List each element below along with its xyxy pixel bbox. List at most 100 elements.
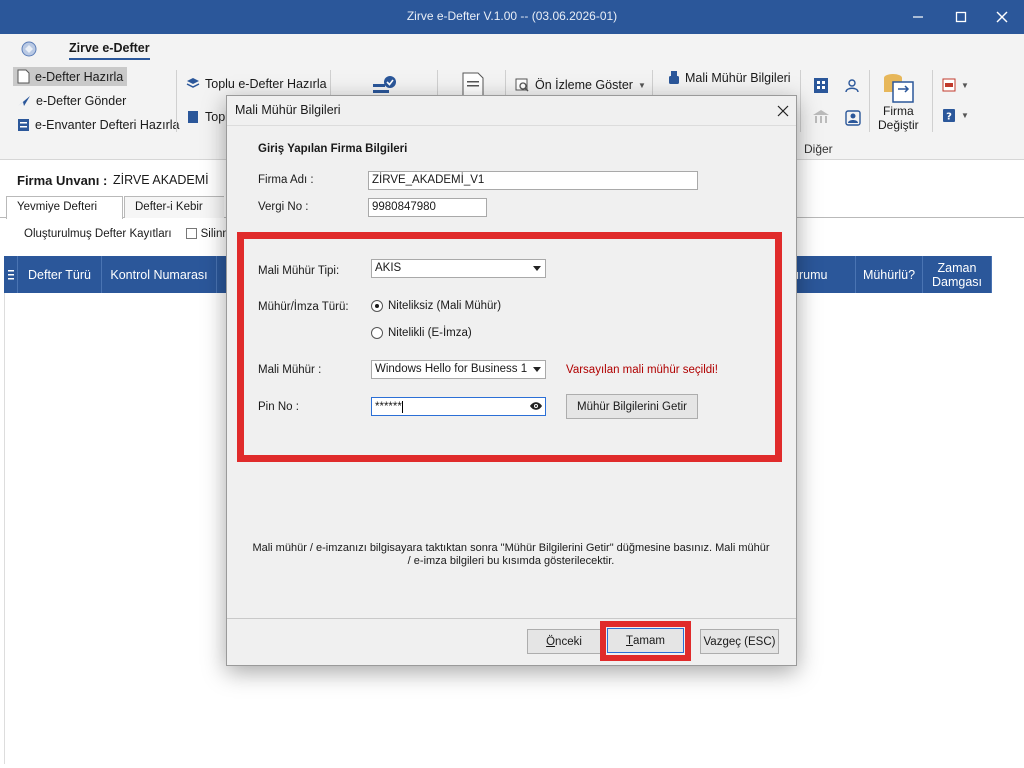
contact-card-button[interactable]: [845, 110, 861, 126]
col-zaman-line1: Zaman: [937, 260, 977, 275]
default-seal-warning: Varsayılan mali mühür seçildi!: [566, 364, 718, 376]
help-button[interactable]: ? ▼: [942, 108, 969, 123]
bank-icon: [813, 110, 829, 123]
radio-niteliksiz-label: Niteliksiz (Mali Mühür): [388, 300, 502, 312]
mali-muhur-dialog: Mali Mühür Bilgileri Giriş Yapılan Firma…: [226, 95, 797, 666]
muhur-tipi-label: Mali Mühür Tipi:: [258, 265, 340, 277]
dropdown-caret-icon: ▼: [961, 111, 969, 120]
usb-token-icon: [669, 71, 679, 84]
col-defter-turu[interactable]: Defter Türü: [18, 256, 102, 293]
onceki-mnemonic: Ö: [546, 635, 556, 648]
chevron-down-icon[interactable]: [528, 361, 545, 378]
pdf-button[interactable]: ▼: [942, 78, 969, 92]
mali-muhur-bilgileri-button[interactable]: Mali Mühür Bilgileri: [668, 70, 791, 85]
svg-text:?: ?: [946, 112, 952, 123]
col-zaman-damgasi[interactable]: Zaman Damgası: [923, 256, 992, 293]
radio-unselected-icon[interactable]: [371, 327, 383, 339]
tamam-button[interactable]: Tamam: [607, 628, 684, 653]
text-cursor: [401, 401, 403, 413]
upload-icon: [188, 111, 198, 123]
users-icon: [845, 79, 859, 93]
check-list-icon: [373, 76, 396, 93]
firma-bilgileri-heading: Giriş Yapılan Firma Bilgileri: [258, 143, 408, 155]
document-icon: [17, 69, 30, 84]
minimize-icon: [913, 16, 923, 18]
muhur-bilgilerini-getir-button[interactable]: Mühür Bilgilerini Getir: [566, 394, 698, 419]
radio-nitelikli-label: Nitelikli (E-İmza): [388, 327, 472, 339]
muhur-tipi-select[interactable]: AKIS: [371, 259, 546, 278]
eenvanter-hazirla-button[interactable]: e-Envanter Defteri Hazırla: [17, 118, 180, 132]
buildings-button[interactable]: [812, 76, 830, 94]
info-text: Mali mühür / e-imzanızı bilgisayara takt…: [247, 542, 775, 568]
vergi-no-field[interactable]: 9980847980: [368, 198, 487, 217]
pin-no-label: Pin No :: [258, 401, 299, 413]
filter-row: Oluşturulmuş Defter Kayıtları Silinmiş: [24, 228, 240, 240]
check-list-button[interactable]: [372, 74, 398, 96]
edefter-gonder-label: e-Defter Gönder: [36, 94, 127, 108]
firma-adi-field[interactable]: ZİRVE_AKADEMİ_V1: [368, 171, 698, 190]
dialog-footer: Önceki Tamam Vazgeç (ESC): [227, 618, 796, 665]
minimize-button[interactable]: [898, 0, 938, 34]
chevron-down-icon[interactable]: [528, 260, 545, 277]
imza-turu-label: Mühür/İmza Türü:: [258, 301, 349, 313]
toplu-gonder-button[interactable]: Topl: [186, 110, 228, 124]
mali-muhur-select[interactable]: Windows Hello for Business 1: [371, 360, 546, 379]
tab-yevmiye-defteri[interactable]: Yevmiye Defteri: [6, 196, 123, 219]
firma-value: ZİRVE AKADEMİ: [113, 173, 209, 187]
radio-nitelikli[interactable]: Nitelikli (E-İmza): [371, 327, 472, 339]
dropdown-caret-icon: ▼: [637, 80, 646, 90]
firma-degistir-button[interactable]: Firma Değiştir: [878, 72, 919, 132]
switch-company-icon: [884, 74, 915, 103]
vazgec-button[interactable]: Vazgeç (ESC): [700, 629, 779, 654]
radio-niteliksiz[interactable]: Niteliksiz (Mali Mühür): [371, 300, 501, 312]
radio-selected-icon[interactable]: [371, 300, 383, 312]
dropdown-caret-icon: ▼: [961, 80, 969, 90]
close-icon: [996, 11, 1008, 23]
show-password-eye-icon[interactable]: [530, 401, 542, 414]
toplu-gonder-label: Topl: [205, 110, 228, 124]
tab-zirve-edefter[interactable]: Zirve e-Defter: [69, 41, 150, 60]
bank-button[interactable]: [812, 108, 830, 126]
dialog-title: Mali Mühür Bilgileri: [235, 103, 341, 117]
contact-card-icon: [845, 110, 861, 126]
toplu-edefter-hazirla-button[interactable]: Toplu e-Defter Hazırla: [186, 77, 327, 91]
maximize-icon: [955, 11, 967, 23]
checkbox-icon[interactable]: [185, 228, 197, 240]
edefter-hazirla-button[interactable]: e-Defter Hazırla: [13, 67, 128, 86]
window-title: Zirve e-Defter V.1.00 -- (03.06.2026-01): [406, 9, 618, 23]
close-window-button[interactable]: [982, 0, 1022, 34]
edefter-gonder-button[interactable]: e-Defter Gönder: [17, 94, 126, 108]
grid-menu-icon[interactable]: [4, 256, 18, 293]
mali-muhur-value: Windows Hello for Business 1: [375, 363, 528, 375]
vergi-no-label: Vergi No :: [258, 201, 309, 213]
building-icon: [814, 78, 828, 93]
col-kontrol-numarasi[interactable]: Kontrol Numarası: [102, 256, 217, 293]
diger-group-label: Diğer: [804, 142, 833, 156]
info-line-2: / e-imza bilgileri bu kısımda gösterilec…: [407, 555, 615, 567]
firma-degistir-label-2: Değiştir: [878, 118, 919, 132]
send-icon: [18, 96, 30, 106]
edefter-hazirla-label: e-Defter Hazırla: [35, 69, 124, 84]
pin-value: ******: [375, 401, 402, 414]
app-logo-icon[interactable]: [20, 40, 38, 61]
toplu-edefter-hazirla-label: Toplu e-Defter Hazırla: [205, 77, 327, 91]
users-button[interactable]: [845, 78, 861, 94]
eenvanter-hazirla-label: e-Envanter Defteri Hazırla: [35, 118, 180, 132]
on-izleme-button[interactable]: Ön İzleme Göster ▼: [515, 78, 646, 92]
dialog-content: Giriş Yapılan Firma Bilgileri Firma Adı …: [227, 125, 796, 618]
col-muhurlu[interactable]: Mühürlü?: [856, 256, 923, 293]
preview-icon: [515, 78, 529, 92]
pdf-icon: [942, 78, 956, 92]
tamam-label: amam: [633, 634, 665, 647]
on-izleme-label: Ön İzleme Göster: [535, 78, 633, 92]
onceki-button[interactable]: Önceki: [527, 629, 601, 654]
maximize-button[interactable]: [941, 0, 981, 34]
tab-defter-i-kebir[interactable]: Defter-i Kebir: [124, 196, 224, 218]
info-line-1: Mali mühür / e-imzanızı bilgisayara takt…: [252, 542, 770, 554]
mali-muhur-bilgileri-label: Mali Mühür Bilgileri: [685, 70, 791, 85]
tamam-mnemonic: T: [626, 634, 634, 647]
inventory-icon: [18, 119, 29, 131]
firma-degistir-label-1: Firma: [883, 104, 914, 118]
pin-input[interactable]: ******: [371, 397, 546, 416]
dialog-close-button[interactable]: [773, 101, 793, 121]
